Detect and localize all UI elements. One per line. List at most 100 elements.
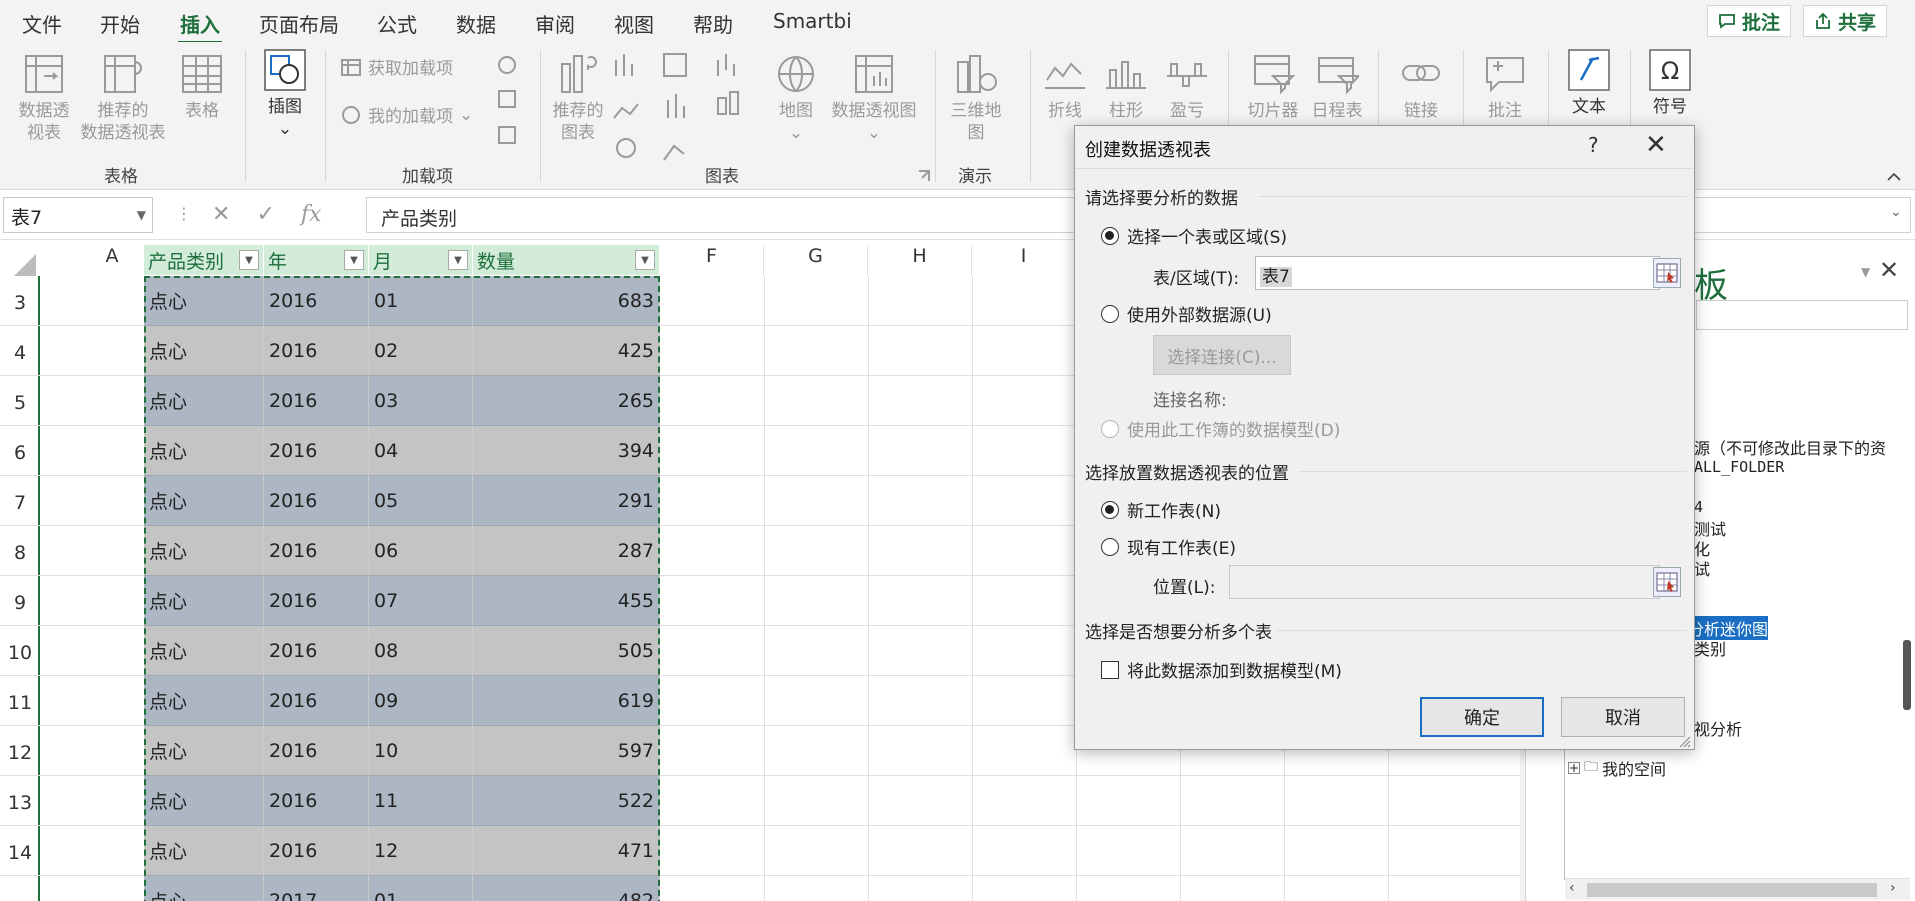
table-cell-year[interactable]: 2016 bbox=[264, 626, 369, 676]
tree-node[interactable]: 源（不可修改此目录下的资 bbox=[1694, 435, 1886, 459]
cancel-icon[interactable]: ✕ bbox=[212, 202, 230, 227]
people-graph-icon[interactable] bbox=[496, 124, 518, 146]
recommended-pivot-button[interactable]: 推荐的 数据透视表 bbox=[76, 52, 170, 144]
illustrations-button[interactable]: 插图 ⌄ bbox=[258, 48, 312, 140]
panel-search-input[interactable] bbox=[1696, 300, 1908, 330]
column-chart-icon[interactable] bbox=[612, 50, 656, 170]
table-cell-year[interactable]: 2016 bbox=[264, 476, 369, 526]
row-header[interactable]: 11 bbox=[0, 676, 40, 726]
filter-dropdown-icon[interactable]: ▼ bbox=[635, 250, 655, 270]
table-cell-year[interactable]: 2016 bbox=[264, 676, 369, 726]
table-cell-cat[interactable]: 点心 bbox=[144, 526, 264, 576]
table-cell-year[interactable]: 2016 bbox=[264, 576, 369, 626]
collapse-ribbon-icon[interactable] bbox=[1886, 170, 1902, 182]
table-cell-month[interactable]: 09 bbox=[369, 676, 473, 726]
table-range-input[interactable]: 表7 bbox=[1255, 256, 1660, 290]
table-cell-month[interactable]: 12 bbox=[369, 826, 473, 876]
row-header[interactable]: 7 bbox=[0, 476, 40, 526]
tab-page-layout[interactable]: 页面布局 bbox=[259, 9, 339, 38]
ok-button[interactable]: 确定 bbox=[1420, 697, 1544, 737]
table-cell-year[interactable]: 2016 bbox=[264, 826, 369, 876]
panel-scrollbar-thumb[interactable] bbox=[1903, 640, 1911, 710]
slicer-button[interactable]: 切片器 bbox=[1245, 52, 1301, 122]
expand-formula-icon[interactable]: ⌄ bbox=[1890, 204, 1902, 220]
table-cell-qty[interactable]: 683 bbox=[473, 276, 660, 326]
table-header-category[interactable]: 产品类别 ▼ bbox=[144, 245, 263, 275]
filter-dropdown-icon[interactable]: ▼ bbox=[239, 250, 259, 270]
comments-button[interactable]: 批注 bbox=[1707, 5, 1792, 37]
table-cell-month[interactable]: 08 bbox=[369, 626, 473, 676]
table-cell-qty[interactable]: 505 bbox=[473, 626, 660, 676]
table-cell-cat[interactable]: 点心 bbox=[144, 326, 264, 376]
cancel-button[interactable]: 取消 bbox=[1561, 697, 1685, 737]
my-addins-button[interactable]: 我的加载项 ⌄ bbox=[340, 102, 473, 127]
waterfall-chart-icon[interactable] bbox=[714, 50, 758, 130]
pivot-table-button[interactable]: 数据透 视表 bbox=[12, 52, 76, 144]
link-button[interactable]: 链接 bbox=[1396, 52, 1446, 122]
column-header-f[interactable]: F bbox=[660, 245, 764, 275]
scroll-right-icon[interactable]: › bbox=[1890, 880, 1896, 896]
table-cell-qty[interactable]: 455 bbox=[473, 576, 660, 626]
location-input[interactable] bbox=[1229, 565, 1660, 599]
table-header-quantity[interactable]: 数量 ▼ bbox=[473, 245, 659, 275]
tree-node[interactable]: 4 bbox=[1694, 498, 1703, 516]
visio-icon[interactable] bbox=[496, 54, 518, 76]
help-icon[interactable]: ? bbox=[1588, 133, 1599, 157]
scroll-left-icon[interactable]: ‹ bbox=[1569, 880, 1575, 896]
table-cell-year[interactable]: 2016 bbox=[264, 326, 369, 376]
filter-dropdown-icon[interactable]: ▼ bbox=[448, 250, 468, 270]
table-cell-qty[interactable]: 287 bbox=[473, 526, 660, 576]
get-addins-button[interactable]: 获取加载项 bbox=[340, 54, 453, 79]
table-cell-month[interactable]: 01 bbox=[369, 876, 473, 901]
recommended-charts-button[interactable]: 推荐的 图表 bbox=[548, 52, 608, 144]
table-cell-month[interactable]: 06 bbox=[369, 526, 473, 576]
table-cell-qty[interactable]: 265 bbox=[473, 376, 660, 426]
radio-select-table[interactable]: 选择一个表或区域(S) bbox=[1101, 223, 1287, 248]
panel-horizontal-scrollbar[interactable]: ‹ › bbox=[1565, 878, 1910, 900]
tab-smartbi[interactable]: Smartbi bbox=[773, 9, 852, 33]
table-cell-qty[interactable]: 619 bbox=[473, 676, 660, 726]
filter-dropdown-icon[interactable]: ▼ bbox=[344, 250, 364, 270]
radio-external-source[interactable]: 使用外部数据源(U) bbox=[1101, 301, 1272, 326]
tab-formulas[interactable]: 公式 bbox=[377, 9, 417, 38]
table-cell-month[interactable]: 11 bbox=[369, 776, 473, 826]
tab-insert[interactable]: 插入 bbox=[178, 9, 222, 44]
tree-node[interactable]: 视分析 bbox=[1694, 716, 1742, 740]
row-header[interactable]: 6 bbox=[0, 426, 40, 476]
table-cell-month[interactable]: 04 bbox=[369, 426, 473, 476]
table-cell-qty[interactable]: 394 bbox=[473, 426, 660, 476]
location-picker-button[interactable] bbox=[1653, 567, 1681, 597]
tab-review[interactable]: 审阅 bbox=[535, 9, 575, 38]
radio-data-model[interactable]: 使用此工作簿的数据模型(D) bbox=[1101, 416, 1340, 441]
tab-home[interactable]: 开始 bbox=[100, 9, 140, 38]
column-header-g[interactable]: G bbox=[764, 245, 868, 275]
table-cell-month[interactable]: 07 bbox=[369, 576, 473, 626]
tree-node-my-space[interactable]: + 🗀 我的空间 bbox=[1568, 756, 1666, 780]
function-icon[interactable]: fx bbox=[301, 202, 322, 227]
table-cell-qty[interactable]: 482 bbox=[473, 876, 660, 901]
add-to-data-model-checkbox[interactable]: 将此数据添加到数据模型(M) bbox=[1101, 657, 1342, 682]
sparkline-column-button[interactable]: 柱形 bbox=[1101, 52, 1151, 122]
row-header[interactable]: 3 bbox=[0, 276, 40, 326]
name-box[interactable]: 表7 ▼ bbox=[3, 197, 153, 233]
scrollbar-thumb[interactable] bbox=[1587, 883, 1877, 897]
table-cell-cat[interactable]: 点心 bbox=[144, 276, 264, 326]
share-button[interactable]: 共享 bbox=[1803, 5, 1888, 37]
row-header[interactable]: 10 bbox=[0, 626, 40, 676]
table-cell-month[interactable]: 03 bbox=[369, 376, 473, 426]
select-all-corner[interactable] bbox=[14, 254, 36, 276]
sparkline-line-button[interactable]: 折线 bbox=[1040, 52, 1090, 122]
tab-data[interactable]: 数据 bbox=[456, 9, 496, 38]
column-header-i[interactable]: I bbox=[972, 245, 1076, 275]
table-cell-month[interactable]: 10 bbox=[369, 726, 473, 776]
enter-icon[interactable]: ✓ bbox=[256, 202, 274, 227]
tab-view[interactable]: 视图 bbox=[614, 9, 654, 38]
row-header[interactable]: 14 bbox=[0, 826, 40, 876]
table-cell-qty[interactable]: 597 bbox=[473, 726, 660, 776]
table-cell-year[interactable]: 2016 bbox=[264, 276, 369, 326]
table-cell-cat[interactable]: 点心 bbox=[144, 876, 264, 901]
table-cell-cat[interactable]: 点心 bbox=[144, 576, 264, 626]
table-cell-qty[interactable]: 291 bbox=[473, 476, 660, 526]
table-cell-month[interactable]: 02 bbox=[369, 326, 473, 376]
row-header[interactable]: 13 bbox=[0, 776, 40, 826]
